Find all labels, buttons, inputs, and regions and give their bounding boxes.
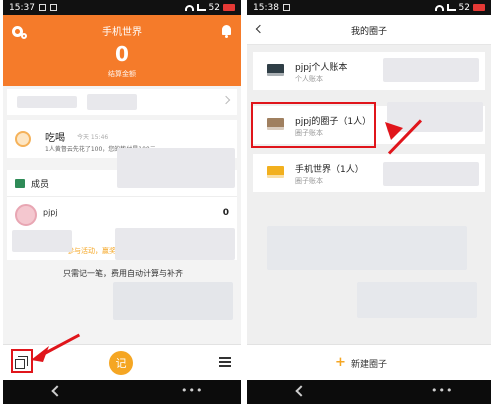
status-bar: 15:38 52	[247, 0, 491, 15]
notification-icon	[282, 4, 290, 11]
blurred-content	[113, 282, 233, 320]
new-circle-button[interactable]: + 新建圈子	[247, 344, 491, 380]
blurred-banner-row[interactable]	[7, 89, 237, 115]
wifi-icon	[184, 4, 194, 11]
notification-icon	[38, 4, 46, 11]
blurred-content	[117, 148, 235, 188]
new-circle-label: 新建圈子	[351, 360, 388, 370]
members-icon	[15, 179, 25, 188]
status-time: 15:37	[9, 2, 35, 13]
settlement-amount-label: 结算金额	[108, 70, 136, 78]
signal-icon	[196, 4, 206, 11]
members-title: 成员	[31, 180, 50, 190]
expense-time: 今天 15:46	[77, 134, 109, 141]
record-button[interactable]: 记	[109, 351, 133, 375]
blurred-content	[383, 162, 479, 186]
ledger-book-icon	[267, 166, 284, 178]
left-screen: 15:37 52 手机世界 0 结算金额 吃喝 今天 15:46 1人黄督云先花…	[3, 0, 241, 404]
blurred-content	[87, 94, 137, 110]
food-category-icon	[15, 131, 31, 147]
blurred-content	[267, 226, 467, 270]
circle-name: pjpj个人账本	[295, 63, 348, 73]
back-icon[interactable]	[295, 385, 307, 397]
status-bar: 15:37 52	[3, 0, 241, 15]
blurred-content	[357, 282, 477, 318]
app-top-bar: 我的圈子	[247, 15, 491, 45]
settlement-amount: 0	[115, 42, 129, 66]
right-screen: 15:38 52 我的圈子 pjpj个人账本 个人账本 pjpj的圈子（1人） …	[247, 0, 491, 404]
circle-title: 手机世界	[102, 27, 142, 38]
circle-header: 手机世界 0 结算金额	[3, 15, 241, 86]
system-nav-bar: •••	[3, 380, 241, 404]
ledger-book-icon	[267, 64, 284, 76]
avatar[interactable]	[15, 204, 37, 226]
back-icon[interactable]	[51, 385, 63, 397]
highlight-box	[251, 102, 376, 148]
blurred-content	[115, 228, 235, 260]
circle-name: 手机世界（1人）	[295, 165, 364, 175]
chevron-right-icon	[221, 95, 231, 105]
status-time: 15:38	[253, 2, 279, 13]
red-arrow-head	[385, 122, 403, 140]
member-balance: 0	[222, 208, 229, 218]
circle-item[interactable]: 手机世界（1人） 圈子账本	[253, 154, 485, 192]
page-title: 我的圈子	[350, 27, 387, 37]
wifi-icon	[434, 4, 444, 11]
red-arrow-head	[31, 346, 49, 362]
circle-type: 圈子账本	[295, 177, 323, 185]
notification-icon	[49, 4, 57, 11]
blurred-content	[12, 230, 72, 252]
plus-icon: +	[335, 355, 346, 370]
signal-icon	[446, 4, 456, 11]
battery-level: 52	[208, 2, 220, 13]
members-section: 成员 pjpj 0 参与活动，赢奖不停	[7, 148, 237, 260]
blurred-content	[17, 96, 77, 108]
battery-icon	[223, 4, 235, 11]
more-icon[interactable]: •••	[431, 384, 453, 397]
system-nav-bar: •••	[247, 380, 491, 404]
battery-level: 52	[458, 2, 470, 13]
more-icon[interactable]: •••	[181, 384, 203, 397]
hint-text: 只需记一笔，费用自动计算与补齐	[63, 269, 183, 278]
expense-title: 吃喝	[45, 133, 65, 144]
member-name: pjpj	[43, 208, 58, 217]
circle-type: 个人账本	[295, 75, 323, 83]
divider	[7, 196, 237, 197]
circle-item[interactable]: pjpj个人账本 个人账本	[253, 52, 485, 90]
battery-icon	[473, 4, 485, 11]
menu-icon[interactable]	[219, 357, 231, 367]
bell-icon[interactable]	[222, 25, 231, 38]
blurred-content	[383, 58, 479, 82]
